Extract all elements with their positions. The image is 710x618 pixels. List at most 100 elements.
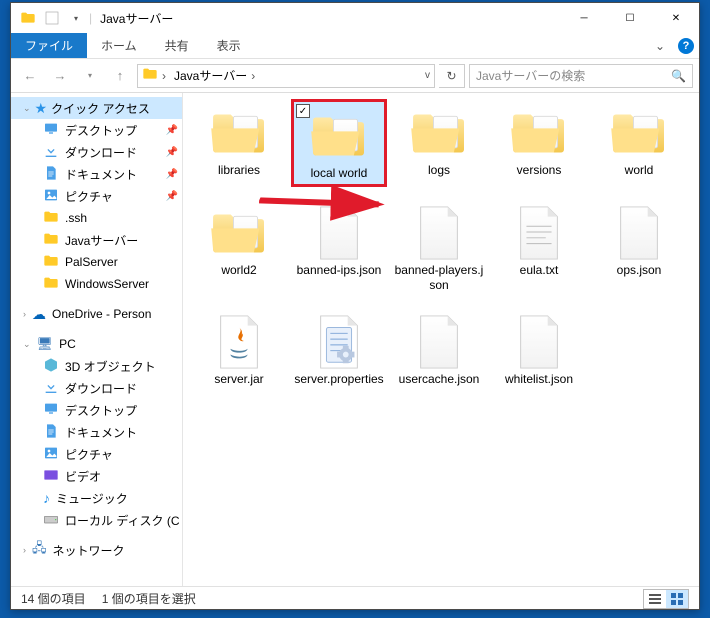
address-bar: ← → ▾ ↑ › Javaサーバー › v ↻ Javaサーバーの検索 🔍 [11, 59, 699, 93]
folder-item[interactable]: libraries [191, 99, 287, 187]
home-tab[interactable]: ホーム [87, 33, 151, 58]
folder-item[interactable]: logs [391, 99, 487, 187]
nav-item[interactable]: WindowsServer [11, 273, 182, 295]
close-button[interactable]: ✕ [653, 3, 699, 33]
chevron-right-icon: › [23, 309, 26, 319]
folder-item[interactable]: versions [491, 99, 587, 187]
item-label: world [625, 163, 654, 177]
back-button[interactable]: ← [17, 63, 43, 89]
nav-item-icon [43, 231, 59, 250]
nav-item[interactable]: PalServer [11, 251, 182, 273]
recent-dropdown[interactable]: ▾ [77, 63, 103, 89]
nav-item-label: PalServer [65, 255, 118, 269]
nav-item[interactable]: ダウンロード📌 [11, 141, 182, 163]
item-label: local world [311, 166, 368, 180]
item-label: banned-ips.json [297, 263, 382, 277]
up-button[interactable]: ↑ [107, 63, 133, 89]
help-button[interactable]: ? [673, 33, 699, 58]
nav-item-label: ダウンロード [65, 380, 137, 397]
navigation-pane[interactable]: ⌄ ★ クイック アクセス デスクトップ📌ダウンロード📌ドキュメント📌ピクチャ📌… [11, 93, 183, 586]
file-item[interactable]: usercache.json [391, 308, 487, 390]
details-view-button[interactable] [644, 590, 666, 608]
pc-icon: 🖥 [37, 336, 54, 352]
network[interactable]: › 🖧 ネットワーク [11, 539, 182, 561]
folder-item[interactable]: world2 [191, 199, 287, 296]
nav-item-label: ダウンロード [65, 144, 137, 161]
nav-item-icon [43, 401, 59, 420]
content-pane[interactable]: libraries✓ local world logs versions wor… [183, 93, 699, 586]
json-icon [604, 203, 674, 263]
nav-item[interactable]: ドキュメント📌 [11, 163, 182, 185]
file-item[interactable]: eula.txt [491, 199, 587, 296]
maximize-button[interactable]: ☐ [607, 3, 653, 33]
icons-view-button[interactable] [666, 590, 688, 608]
explorer-window: ▾ | Javaサーバー ─ ☐ ✕ ファイル ホーム 共有 表示 ⌄ ? ← … [10, 2, 700, 610]
onedrive[interactable]: › ☁ OneDrive - Person [11, 303, 182, 325]
json-icon [504, 312, 574, 372]
file-item[interactable]: ops.json [591, 199, 687, 296]
json-icon [304, 203, 374, 263]
view-toggle [643, 589, 689, 609]
nav-item-icon [43, 357, 59, 376]
selected-count: 1 個の項目を選択 [102, 590, 196, 607]
props-icon [304, 312, 374, 372]
pc[interactable]: ⌄ 🖥 PC [11, 333, 182, 355]
ribbon: ファイル ホーム 共有 表示 ⌄ ? [11, 33, 699, 59]
file-item[interactable]: banned-ips.json [291, 199, 387, 296]
nav-item[interactable]: Javaサーバー [11, 229, 182, 251]
nav-item[interactable]: ピクチャ📌 [11, 185, 182, 207]
nav-item[interactable]: ビデオ [11, 465, 182, 487]
nav-item[interactable]: 3D オブジェクト [11, 355, 182, 377]
nav-item-label: ドキュメント [65, 166, 137, 183]
file-item[interactable]: banned-players.json [391, 199, 487, 296]
nav-item[interactable]: ドキュメント [11, 421, 182, 443]
address-box[interactable]: › Javaサーバー › v [137, 64, 435, 88]
nav-item[interactable]: デスクトップ [11, 399, 182, 421]
nav-item[interactable]: ローカル ディスク (C [11, 509, 182, 531]
folder-open-icon [404, 103, 474, 163]
selection-checkbox[interactable]: ✓ [296, 104, 310, 118]
nav-item-icon [43, 379, 59, 398]
breadcrumb-chevron[interactable]: › [158, 69, 170, 83]
folder-item[interactable]: ✓ local world [291, 99, 387, 187]
folder-small-icon [17, 7, 39, 29]
nav-item[interactable]: ピクチャ [11, 443, 182, 465]
breadcrumb-chevron[interactable]: › [251, 69, 255, 83]
breadcrumb[interactable]: Javaサーバー [170, 67, 251, 84]
file-item[interactable]: whitelist.json [491, 308, 587, 390]
forward-button[interactable]: → [47, 63, 73, 89]
ribbon-expand-icon[interactable]: ⌄ [647, 33, 673, 58]
folder-item[interactable]: world [591, 99, 687, 187]
item-count: 14 個の項目 [21, 590, 86, 607]
file-item[interactable]: server.jar [191, 308, 287, 390]
nav-item-label: デスクトップ [65, 122, 137, 139]
window-title: Javaサーバー [100, 10, 561, 27]
help-icon: ? [678, 38, 694, 54]
view-tab[interactable]: 表示 [203, 33, 255, 58]
nav-item[interactable]: ダウンロード [11, 377, 182, 399]
nav-item[interactable]: .ssh [11, 207, 182, 229]
nav-item[interactable]: ♪ミュージック [11, 487, 182, 509]
nav-item-icon [43, 253, 59, 272]
search-input[interactable]: Javaサーバーの検索 🔍 [469, 64, 693, 88]
chevron-right-icon: › [23, 545, 26, 555]
qat-placeholder-icon[interactable] [41, 7, 63, 29]
qat-dropdown-icon[interactable]: ▾ [65, 7, 87, 29]
share-tab[interactable]: 共有 [151, 33, 203, 58]
cloud-icon: ☁ [32, 306, 46, 323]
file-tab[interactable]: ファイル [11, 33, 87, 58]
folder-open-icon [504, 103, 574, 163]
quick-access[interactable]: ⌄ ★ クイック アクセス [11, 97, 182, 119]
nav-item-icon [43, 187, 59, 206]
nav-item-label: ピクチャ [65, 188, 113, 205]
nav-item-icon [43, 467, 59, 486]
item-label: server.properties [294, 372, 383, 386]
file-item[interactable]: server.properties [291, 308, 387, 390]
folder-open-icon [204, 103, 274, 163]
folder-open-icon [204, 203, 274, 263]
nav-item[interactable]: デスクトップ📌 [11, 119, 182, 141]
minimize-button[interactable]: ─ [561, 3, 607, 33]
item-label: ops.json [617, 263, 662, 277]
addr-dropdown-icon[interactable]: v [425, 70, 430, 81]
refresh-button[interactable]: ↻ [439, 64, 465, 88]
